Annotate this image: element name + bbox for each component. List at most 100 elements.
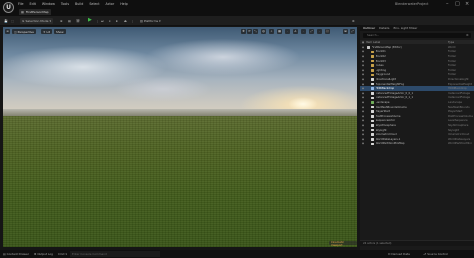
modes-icon[interactable]: ⬚: [11, 18, 14, 24]
visibility-eye-icon[interactable]: ◉: [360, 124, 366, 127]
visibility-eye-icon[interactable]: ◉: [360, 101, 366, 104]
grid-size-icon[interactable]: ·: [285, 29, 290, 34]
outliner-panel: Outliner Details Env. Light Mixer Search…: [360, 25, 474, 250]
show-button[interactable]: Show: [54, 29, 66, 34]
menu-tools[interactable]: Tools: [61, 2, 69, 6]
pause-icon[interactable]: ⏸: [109, 18, 111, 24]
surface-snap-icon[interactable]: ⌗: [269, 29, 274, 34]
outliner-search-input[interactable]: Search...: [363, 33, 471, 38]
maximize-icon[interactable]: □: [455, 1, 460, 7]
visibility-eye-icon[interactable]: ◉: [360, 69, 366, 72]
cinematic-viewport-badge: Cinematic Viewport: [329, 241, 357, 247]
blueprint-icon[interactable]: ▤: [68, 18, 71, 24]
rotation-value-icon[interactable]: ·: [301, 29, 306, 34]
close-icon[interactable]: ×: [465, 1, 469, 7]
visibility-eye-icon[interactable]: ◉: [360, 106, 366, 109]
outliner-row-type: Landscape: [448, 100, 462, 104]
visibility-eye-icon[interactable]: ◉: [360, 50, 366, 53]
menu-edit[interactable]: Edit: [30, 2, 36, 6]
selection-mode-dropdown[interactable]: ➤ Selection Mode ▾: [20, 18, 53, 24]
save-icon[interactable]: 💾: [4, 18, 8, 24]
scale-value-icon[interactable]: ·: [317, 29, 322, 34]
outliner-row-label: FirstPersonMap (Editor): [371, 45, 402, 49]
rotate-icon[interactable]: ⟳: [247, 29, 252, 34]
tab-env-light-mixer[interactable]: Env. Light Mixer: [394, 26, 418, 30]
output-log-button[interactable]: ≣ Output Log: [34, 250, 53, 258]
source-control-button[interactable]: ⎇ Source Control: [423, 250, 448, 258]
tab-details[interactable]: Details: [379, 26, 389, 30]
folder-icon: [371, 50, 374, 54]
visibility-eye-icon[interactable]: ◉: [360, 55, 366, 58]
visibility-eye-icon[interactable]: ◉: [360, 73, 366, 76]
scale-icon[interactable]: ⤡: [253, 29, 258, 34]
derived-data-button[interactable]: ⛁ Derived Data: [388, 250, 410, 258]
rotation-snap-icon[interactable]: ∠: [293, 29, 298, 34]
visibility-eye-icon[interactable]: ◉: [360, 110, 366, 113]
translate-icon[interactable]: ✥: [241, 29, 246, 34]
visibility-eye-icon[interactable]: ◉: [360, 83, 366, 86]
perspective-label: Perspective: [17, 29, 34, 34]
actor-icon: [371, 119, 374, 123]
visibility-eye-icon[interactable]: ◉: [360, 78, 366, 81]
scale-snap-icon[interactable]: ⤢: [309, 29, 314, 34]
menu-window[interactable]: Window: [42, 2, 55, 6]
folder-icon: [371, 55, 374, 58]
visibility-eye-icon[interactable]: ◉: [360, 92, 366, 95]
settings-icon[interactable]: ⚙: [352, 18, 355, 24]
platforms-label: Platforms: [143, 19, 159, 23]
menu-file[interactable]: File: [18, 2, 24, 6]
visibility-eye-icon[interactable]: ◉: [360, 138, 366, 141]
content-drawer-button[interactable]: ▤ Content Drawer: [3, 250, 29, 258]
visibility-eye-icon[interactable]: ◉: [360, 115, 366, 118]
visibility-eye-icon[interactable]: ◉: [360, 119, 366, 122]
outliner-row-type: LevelSequence: [448, 119, 468, 123]
outliner-row-type: Folder: [448, 68, 457, 72]
visibility-eye-icon[interactable]: ◉: [360, 142, 366, 145]
platforms-dropdown[interactable]: ▥ Platforms ▾: [140, 18, 161, 24]
outliner-row-type: WorldDataLayers: [448, 137, 471, 141]
menu-actor[interactable]: Actor: [106, 2, 115, 6]
camera-speed-icon[interactable]: 🎥: [325, 29, 330, 34]
outliner-row-label: Block03: [375, 59, 386, 63]
console-command-input[interactable]: Enter Console Command: [70, 251, 160, 257]
folder-icon: [371, 69, 374, 72]
outliner-row[interactable]: ◉ WorldPartitionMiniMap WorldPartitionMini: [360, 142, 474, 147]
play-icon[interactable]: ▶: [88, 17, 92, 23]
menu-help[interactable]: Help: [120, 2, 128, 6]
lit-button[interactable]: ☀ Lit: [41, 29, 52, 34]
outliner-tabs: Outliner Details Env. Light Mixer: [360, 25, 474, 31]
play-options-icon[interactable]: ⋮: [96, 18, 99, 24]
cmd-dropdown[interactable]: Cmd ▾: [58, 250, 67, 258]
outliner-row-label: Lighting: [375, 68, 386, 72]
maximize-viewport-icon[interactable]: ⤢: [350, 29, 355, 34]
launch-icon[interactable]: ⏭: [101, 18, 104, 24]
stop-icon[interactable]: ⏹: [116, 18, 118, 24]
minimize-icon[interactable]: –: [446, 1, 449, 7]
menu-build[interactable]: Build: [75, 2, 83, 6]
visibility-eye-icon[interactable]: ◉: [360, 129, 366, 132]
tab-outliner[interactable]: Outliner: [363, 26, 375, 30]
item-label-header[interactable]: Item Label: [366, 40, 448, 44]
more-icon[interactable]: ⋮: [131, 18, 134, 24]
visibility-eye-icon[interactable]: ◉: [360, 133, 366, 136]
menu-select[interactable]: Select: [89, 2, 99, 6]
visibility-eye-icon[interactable]: ◉: [360, 87, 366, 90]
visibility-eye-icon[interactable]: ◉: [360, 46, 366, 49]
viewport-menu-icon[interactable]: ≡: [5, 29, 10, 34]
world-local-icon[interactable]: ◍: [261, 29, 266, 34]
add-actor-icon[interactable]: ⊕: [60, 18, 63, 24]
eject-icon[interactable]: ⏏: [124, 18, 127, 24]
outliner-row-type: Folder: [448, 54, 457, 58]
cinematics-icon[interactable]: 🎬: [76, 18, 80, 24]
type-header[interactable]: Type: [448, 40, 474, 44]
filter-icon[interactable]: ⚙: [466, 33, 469, 37]
visibility-eye-icon[interactable]: ◉: [360, 64, 366, 67]
visibility-eye-icon[interactable]: ◉: [360, 60, 366, 63]
grid-snap-icon[interactable]: ▦: [277, 29, 282, 34]
unreal-logo-icon[interactable]: U: [3, 2, 14, 13]
level-viewport[interactable]: ≡ ◫ Perspective ☀ Lit Show ✥ ⟳ ⤡ ◍ ⌗ ▦ ·…: [3, 27, 357, 247]
visibility-eye-icon[interactable]: ◉: [360, 96, 366, 99]
perspective-button[interactable]: ◫ Perspective: [12, 29, 36, 34]
viewport-layout-icon[interactable]: ⊞: [343, 29, 348, 34]
level-tab[interactable]: ▦ FirstPersonMap: [19, 9, 51, 15]
